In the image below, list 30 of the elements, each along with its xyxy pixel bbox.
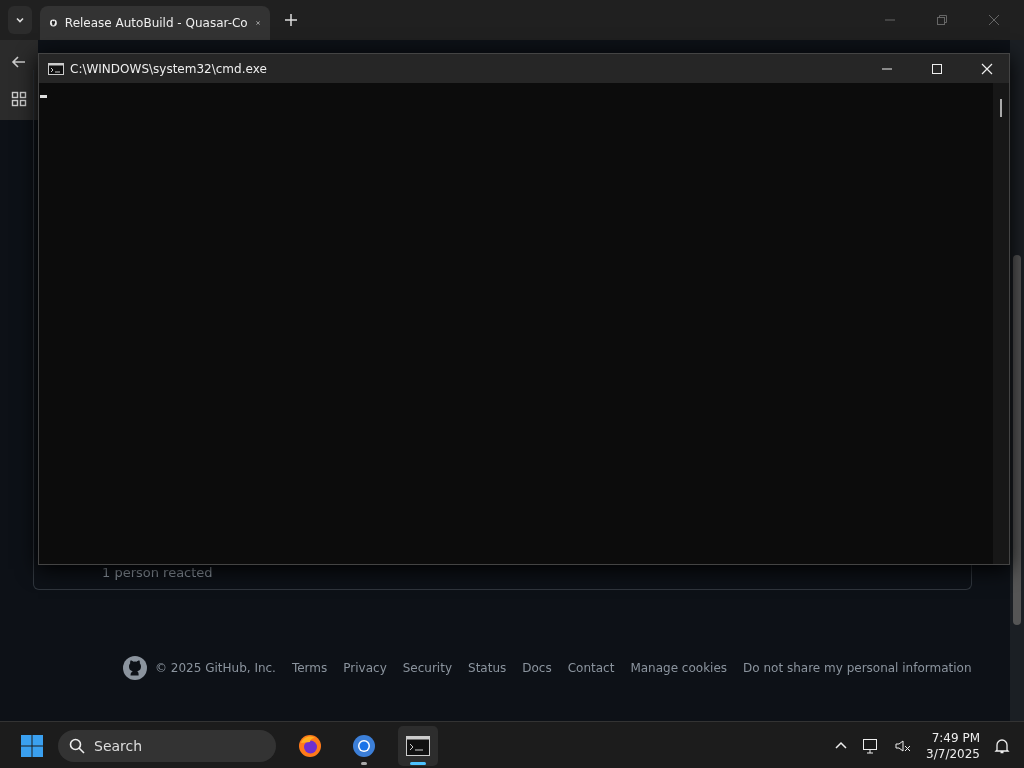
fox-globe-icon bbox=[298, 733, 322, 758]
reaction-summary: 1 person reacted bbox=[102, 565, 213, 580]
footer-link[interactable]: Contact bbox=[567, 661, 615, 675]
console-scrollbar[interactable] bbox=[993, 83, 1009, 564]
footer-link[interactable]: Privacy bbox=[343, 661, 387, 675]
start-icon[interactable] bbox=[20, 733, 44, 758]
footer-link[interactable]: Manage cookies bbox=[630, 661, 728, 675]
footer-link[interactable]: Do not share my personal information bbox=[743, 661, 972, 675]
footer-link[interactable]: Status bbox=[468, 661, 507, 675]
taskbar-app[interactable] bbox=[398, 725, 438, 766]
console-app-icon bbox=[406, 735, 430, 756]
window-title: C:\WINDOWS\system32\cmd.exe bbox=[70, 61, 267, 76]
browser-tab[interactable]: Release AutoBuild - Quasar-Co bbox=[40, 6, 270, 40]
restore-icon[interactable] bbox=[936, 14, 948, 26]
footer-link[interactable]: Security bbox=[402, 661, 452, 675]
text-cursor bbox=[40, 95, 47, 98]
bell-icon[interactable] bbox=[994, 737, 1010, 754]
browser-icon bbox=[352, 733, 376, 758]
apps-grid-icon[interactable] bbox=[11, 91, 27, 107]
new-tab-icon[interactable] bbox=[284, 13, 298, 27]
page-scrollbar[interactable] bbox=[1010, 40, 1024, 721]
search-field[interactable]: Search bbox=[58, 729, 276, 762]
back-arrow-icon[interactable] bbox=[11, 54, 27, 70]
copyright-text: © 2025 GitHub, Inc. bbox=[155, 661, 276, 675]
clock-date[interactable]: 3/7/2025 bbox=[926, 745, 980, 762]
console-app-icon bbox=[48, 62, 64, 75]
clock-time[interactable]: 7:49 PM bbox=[931, 729, 980, 746]
footer-link[interactable]: Docs bbox=[522, 661, 552, 675]
maximize-icon[interactable] bbox=[931, 62, 943, 75]
footer-link[interactable]: Terms bbox=[291, 661, 328, 675]
